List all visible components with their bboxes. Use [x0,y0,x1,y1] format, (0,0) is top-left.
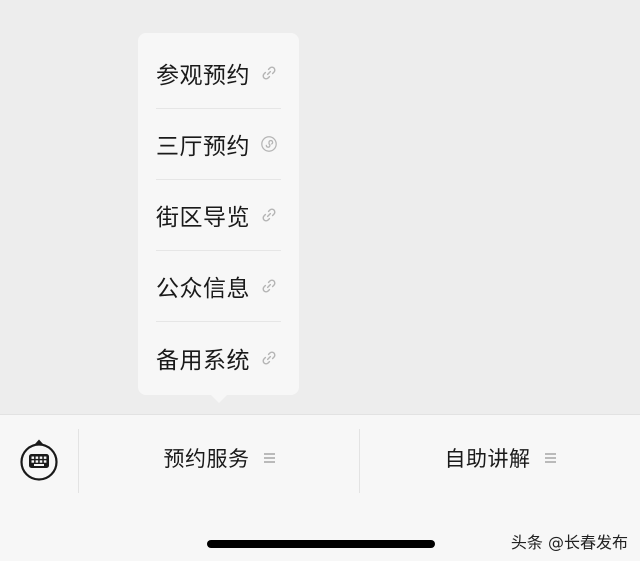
menu-item-hall-booking[interactable]: 三厅预约 [156,109,281,180]
menu-lines-icon [544,453,556,463]
wechat-official-account-screen: 参观预约 三厅预约 街区导览 公众信息 备用系统 预约服务 自助讲解 头条 @长… [0,0,640,561]
submenu-popup: 参观预约 三厅预约 街区导览 公众信息 备用系统 [138,33,299,395]
mini-program-icon [261,136,277,152]
keyboard-toggle-icon[interactable] [18,437,60,481]
menu-item-label: 三厅预约 [156,134,250,160]
menu-item-district-guide[interactable]: 街区导览 [156,180,281,251]
menu-item-label: 街区导览 [156,205,250,231]
menu-item-public-info[interactable]: 公众信息 [156,251,281,322]
menu-item-backup-system[interactable]: 备用系统 [156,322,281,393]
bottom-menu-bar: 预约服务 自助讲解 头条 @长春发布 [0,414,640,561]
tab-booking-service[interactable]: 预约服务 [79,441,359,475]
watermark: 头条 @长春发布 [510,533,628,552]
tab-label: 自助讲解 [444,447,531,471]
menu-lines-icon [263,453,275,463]
menu-item-visit-booking[interactable]: 参观预约 [156,38,281,109]
home-indicator[interactable] [207,540,435,548]
link-icon [262,351,276,364]
menu-item-label: 备用系统 [156,347,250,374]
menu-item-label: 参观预约 [156,63,250,89]
tab-label: 预约服务 [163,447,250,471]
menu-item-label: 公众信息 [156,276,250,302]
popup-pointer [210,394,228,403]
link-icon [262,279,276,293]
link-icon [262,66,276,80]
tab-self-guided-tour[interactable]: 自助讲解 [360,441,640,475]
link-icon [262,208,276,222]
